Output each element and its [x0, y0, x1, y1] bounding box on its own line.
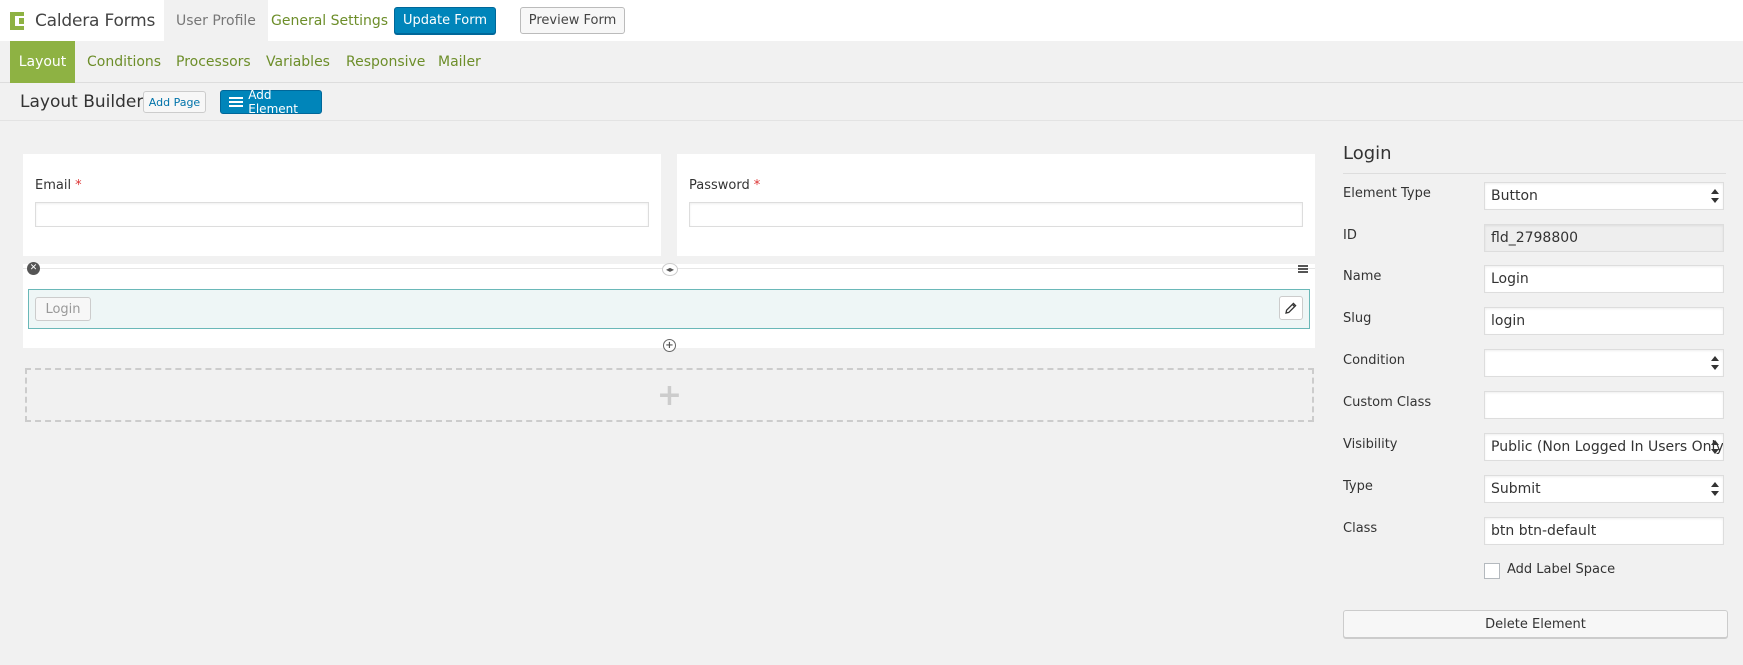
select-arrows-icon: [1711, 440, 1719, 454]
row-menu-icon[interactable]: [1298, 265, 1308, 273]
element-type-label: Element Type: [1343, 186, 1431, 201]
panel-divider: [1343, 173, 1726, 174]
email-label: Email *: [35, 178, 82, 193]
field-card-email[interactable]: Email *: [23, 154, 661, 256]
select-arrows-icon: [1711, 482, 1719, 496]
add-label-space-checkbox[interactable]: [1484, 563, 1500, 579]
custom-class-field[interactable]: [1484, 391, 1724, 419]
page-title: Layout Builder: [20, 92, 144, 112]
tab-responsive[interactable]: Responsive: [335, 41, 436, 83]
brand-name: Caldera Forms: [35, 10, 156, 31]
custom-class-label: Custom Class: [1343, 395, 1432, 410]
slug-field[interactable]: login: [1484, 307, 1724, 335]
menu-icon: [229, 97, 243, 107]
class-label: Class: [1343, 521, 1378, 536]
add-page-button[interactable]: Add Page: [143, 91, 206, 113]
condition-select[interactable]: [1484, 349, 1724, 377]
delete-element-button[interactable]: Delete Element: [1343, 610, 1728, 638]
name-label: Name: [1343, 269, 1382, 284]
add-row-below-icon[interactable]: +: [663, 339, 676, 352]
field-card-password[interactable]: Password *: [677, 154, 1315, 256]
slug-label: Slug: [1343, 311, 1372, 326]
tab-mailer[interactable]: Mailer: [427, 41, 492, 83]
password-label: Password *: [689, 178, 761, 193]
class-field[interactable]: btn btn-default: [1484, 517, 1724, 545]
tab-user-profile[interactable]: User Profile: [164, 0, 268, 41]
email-field[interactable]: [35, 202, 649, 227]
resize-column-icon[interactable]: ◂▸: [662, 263, 678, 276]
condition-label: Condition: [1343, 353, 1406, 368]
login-button-preview[interactable]: Login: [35, 297, 91, 321]
top-bar: Caldera Forms User Profile General Setti…: [0, 0, 1743, 41]
select-arrows-icon: [1711, 189, 1719, 203]
caldera-logo-icon: [10, 11, 28, 30]
element-type-select[interactable]: Button: [1484, 182, 1724, 210]
pencil-icon: [1285, 302, 1297, 314]
remove-row-icon[interactable]: ✕: [27, 262, 40, 275]
name-field[interactable]: Login: [1484, 265, 1724, 293]
required-mark: *: [753, 178, 761, 193]
select-arrows-icon: [1711, 356, 1719, 370]
tab-layout[interactable]: Layout: [10, 41, 75, 83]
visibility-label: Visibility: [1343, 437, 1398, 452]
visibility-select[interactable]: Public (Non Logged In Users Only): [1484, 433, 1724, 461]
tab-processors[interactable]: Processors: [165, 41, 262, 83]
tab-conditions[interactable]: Conditions: [76, 41, 172, 83]
panel-title: Login: [1343, 143, 1392, 164]
type-label: Type: [1343, 479, 1373, 494]
tab-variables[interactable]: Variables: [255, 41, 341, 83]
login-field-slot[interactable]: Login: [28, 289, 1310, 329]
required-mark: *: [75, 178, 82, 193]
add-label-space-label: Add Label Space: [1507, 562, 1616, 577]
type-select[interactable]: Submit: [1484, 475, 1724, 503]
editor-subnav: Layout Conditions Processors Variables R…: [0, 41, 1743, 83]
tab-general-settings[interactable]: General Settings: [259, 0, 400, 41]
add-element-label: Add Element: [248, 88, 298, 116]
brand: Caldera Forms: [10, 0, 155, 41]
add-row-dropzone[interactable]: +: [25, 368, 1314, 422]
add-element-button[interactable]: Add Element: [220, 88, 322, 116]
id-label: ID: [1343, 228, 1357, 243]
edit-field-button[interactable]: [1279, 296, 1303, 320]
password-field[interactable]: [689, 202, 1303, 227]
id-field: fld_2798800: [1484, 224, 1724, 252]
update-form-button[interactable]: Update Form: [394, 7, 496, 34]
builder-bar: Layout Builder Add Page Add Element: [0, 84, 1743, 121]
preview-form-button[interactable]: Preview Form: [520, 7, 625, 34]
